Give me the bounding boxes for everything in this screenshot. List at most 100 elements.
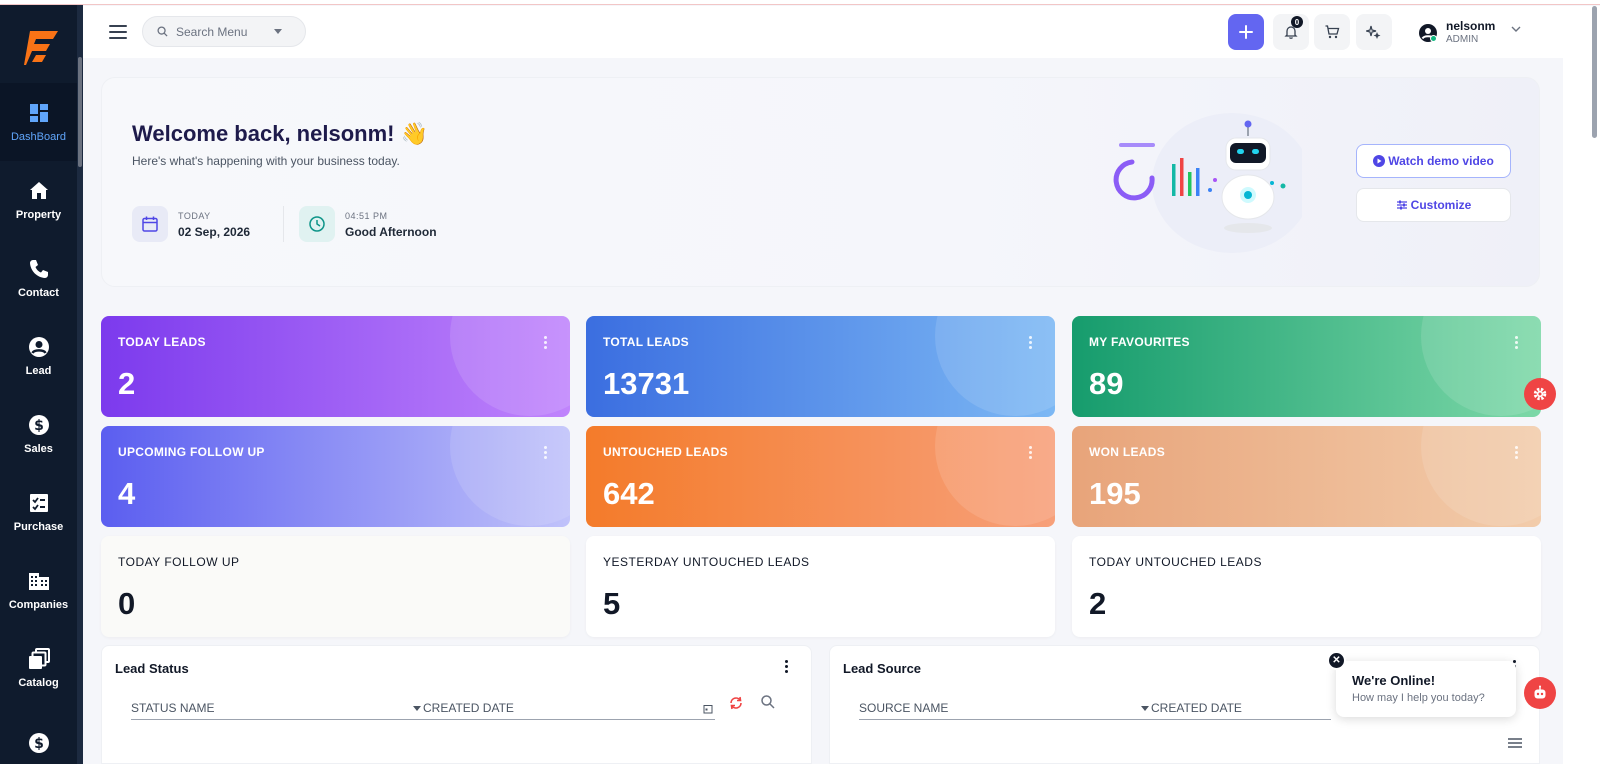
settings-fab[interactable] (1524, 378, 1556, 410)
welcome-banner: Welcome back, nelsonm! 👋 Here's what's h… (101, 77, 1540, 287)
customize-label: Customize (1410, 198, 1472, 212)
sidebar-item-companies[interactable]: Companies (0, 551, 77, 629)
user-menu[interactable]: nelsonm ADMIN (1418, 17, 1528, 49)
watch-demo-label: Watch demo video (1388, 154, 1494, 168)
chatbot-fab[interactable] (1524, 677, 1556, 709)
chat-close-button[interactable]: ✕ (1327, 651, 1346, 670)
calendar-icon (132, 206, 168, 242)
sidebar-item-catalog[interactable]: Catalog (0, 629, 77, 707)
chevron-down-icon[interactable] (413, 706, 421, 711)
menu-toggle-icon[interactable] (109, 25, 127, 39)
chevron-down-icon[interactable] (274, 29, 282, 34)
user-role: ADMIN (1446, 34, 1479, 45)
chevron-down-icon[interactable] (1141, 706, 1149, 711)
notifications-button[interactable]: 0 (1273, 14, 1309, 50)
customize-button[interactable]: Customize (1356, 188, 1511, 222)
created-date-label: CREATED DATE (1151, 701, 1242, 715)
created-date-field[interactable]: CREATED DATE (1151, 698, 1331, 720)
created-date-field[interactable]: CREATED DATE (423, 698, 715, 720)
stat-card-untouched-leads[interactable]: UNTOUCHED LEADS 642 (586, 426, 1055, 527)
sidebar-item-more[interactable]: $ (0, 707, 77, 764)
ai-sparkle-button[interactable] (1356, 14, 1392, 50)
sidebar-item-label: Companies (8, 599, 69, 611)
greeting-text: Good Afternoon (345, 225, 437, 239)
stat-card-today-leads[interactable]: TODAY LEADS 2 (101, 316, 570, 417)
stat-card-upcoming-follow-up[interactable]: UPCOMING FOLLOW UP 4 (101, 426, 570, 527)
svg-text:$: $ (34, 736, 44, 752)
top-bar: 0 nelsonm ADMIN (83, 6, 1563, 58)
stat-value: 642 (603, 476, 655, 511)
clock-icon (299, 206, 335, 242)
search-icon[interactable] (760, 694, 776, 710)
stat-title: WON LEADS (1089, 445, 1166, 459)
sidebar-item-label: Contact (18, 287, 59, 299)
more-vertical-icon[interactable] (544, 336, 548, 351)
status-name-label: STATUS NAME (131, 701, 215, 715)
close-icon: ✕ (1332, 655, 1341, 666)
search-menu[interactable] (142, 16, 306, 47)
search-input[interactable] (176, 24, 272, 39)
source-name-select[interactable]: SOURCE NAME (859, 698, 1151, 720)
sidebar-item-purchase[interactable]: Purchase (0, 473, 77, 551)
more-vertical-icon[interactable] (544, 446, 548, 461)
created-date-label: CREATED DATE (423, 701, 514, 715)
lead-status-panel: Lead Status STATUS NAME CREATED DATE (101, 645, 812, 764)
stat-value: 2 (1089, 586, 1107, 621)
stat-card-today-untouched-leads[interactable]: TODAY UNTOUCHED LEADS 2 (1072, 536, 1541, 637)
sidebar-item-property[interactable]: Property (0, 161, 77, 239)
stat-value: 13731 (603, 366, 690, 401)
stat-title: TODAY UNTOUCHED LEADS (1089, 555, 1262, 569)
sliders-icon (1396, 200, 1407, 210)
time-label: 04:51 PM (345, 211, 388, 221)
more-vertical-icon[interactable] (785, 660, 789, 675)
phone-icon (29, 260, 48, 278)
list-menu-icon[interactable] (1508, 738, 1522, 748)
welcome-title: Welcome back, nelsonm! 👋 (132, 121, 428, 146)
chat-message: How may I help you today? (1352, 692, 1485, 704)
status-name-select[interactable]: STATUS NAME (131, 698, 423, 720)
avatar (1419, 24, 1437, 42)
dollar-icon: $ (28, 733, 49, 753)
sidebar-item-label: Lead (25, 365, 52, 377)
date-label: TODAY (178, 211, 211, 221)
gear-icon (1533, 387, 1547, 401)
more-vertical-icon[interactable] (1029, 336, 1033, 351)
stat-title: UPCOMING FOLLOW UP (118, 445, 265, 459)
welcome-subtitle: Here's what's happening with your busine… (132, 154, 400, 168)
sparkle-icon (1366, 25, 1381, 39)
bot-icon (1534, 685, 1546, 699)
sidebar-scrollbar[interactable] (77, 5, 83, 764)
top-accent-line (0, 0, 1600, 5)
sidebar-item-sales[interactable]: $ Sales (0, 395, 77, 473)
sidebar-item-label: Sales (24, 443, 53, 455)
svg-text:$: $ (34, 418, 44, 434)
sidebar-item-lead[interactable]: Lead (0, 317, 77, 395)
more-vertical-icon[interactable] (1029, 446, 1033, 461)
stat-card-today-follow-up[interactable]: TODAY FOLLOW UP 0 (101, 536, 570, 637)
more-vertical-icon[interactable] (1515, 336, 1519, 351)
building-icon (28, 573, 49, 590)
sidebar-item-contact[interactable]: Contact (0, 239, 77, 317)
stat-title: TODAY FOLLOW UP (118, 555, 240, 569)
stat-value: 89 (1089, 366, 1124, 401)
sidebar-item-dashboard[interactable]: DashBoard (0, 83, 77, 161)
watch-demo-button[interactable]: Watch demo video (1356, 144, 1511, 178)
chevron-down-icon[interactable] (1511, 25, 1521, 33)
stat-card-total-leads[interactable]: TOTAL LEADS 13731 (586, 316, 1055, 417)
cart-button[interactable] (1314, 14, 1350, 50)
stat-value: 195 (1089, 476, 1141, 511)
user-name: nelsonm (1446, 19, 1496, 33)
add-button[interactable] (1228, 14, 1264, 50)
cart-icon (1325, 25, 1340, 39)
chat-popup[interactable]: We're Online! How may I help you today? (1336, 661, 1516, 717)
source-name-label: SOURCE NAME (859, 701, 949, 715)
sidebar-item-label: Catalog (18, 677, 59, 689)
page-scrollbar[interactable] (1563, 6, 1600, 764)
stat-card-my-favourites[interactable]: MY FAVOURITES 89 (1072, 316, 1541, 417)
more-vertical-icon[interactable] (1515, 446, 1519, 461)
calendar-icon[interactable] (703, 704, 713, 714)
stat-card-won-leads[interactable]: WON LEADS 195 (1072, 426, 1541, 527)
refresh-icon[interactable] (728, 695, 744, 711)
app-logo[interactable] (22, 27, 62, 69)
stat-card-yesterday-untouched-leads[interactable]: YESTERDAY UNTOUCHED LEADS 5 (586, 536, 1055, 637)
